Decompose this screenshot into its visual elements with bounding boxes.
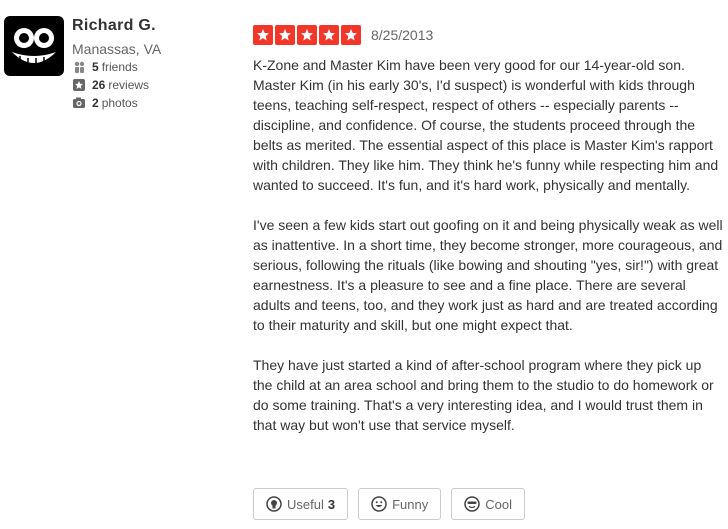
- reviewer-name[interactable]: Richard G.: [72, 16, 242, 36]
- reviews-stat: 26 reviews: [72, 76, 242, 94]
- useful-count: 3: [327, 496, 336, 512]
- star-icon: [253, 25, 273, 45]
- star-icon: [275, 25, 295, 45]
- review-paragraph: They have just started a kind of after-s…: [253, 357, 714, 433]
- photos-label: photos: [101, 96, 138, 110]
- photos-count: 2: [92, 96, 99, 110]
- friends-label: friends: [101, 60, 138, 74]
- smile-icon: [371, 496, 387, 512]
- review-paragraph: K-Zone and Master Kim have been very goo…: [253, 57, 719, 193]
- cool-button[interactable]: Cool: [451, 488, 525, 520]
- cool-label: Cool: [485, 496, 512, 512]
- cool-face-icon: [464, 496, 480, 512]
- friends-stat: 5 friends: [72, 58, 242, 76]
- avatar[interactable]: [4, 16, 64, 76]
- star-rating: [253, 25, 361, 45]
- vote-buttons: Useful 3 Funny Cool: [253, 488, 525, 520]
- useful-button[interactable]: Useful 3: [253, 488, 349, 520]
- avatar-image: [4, 16, 64, 76]
- lightbulb-icon: [266, 496, 282, 512]
- star-icon: [319, 25, 339, 45]
- camera-icon: [72, 96, 86, 110]
- review-date: 8/25/2013: [371, 27, 434, 43]
- funny-label: Funny: [392, 496, 429, 512]
- star-icon: [341, 25, 361, 45]
- reviewer-location: Manassas, VA: [72, 41, 162, 57]
- friends-count: 5: [92, 60, 99, 74]
- star-icon: [297, 25, 317, 45]
- reviews-count: 26: [92, 78, 106, 92]
- review-paragraph: I've seen a few kids start out goofing o…: [253, 217, 723, 333]
- star-icon: [72, 78, 86, 92]
- review-rating-row: 8/25/2013: [253, 25, 433, 45]
- funny-button[interactable]: Funny: [358, 488, 442, 520]
- reviews-label: reviews: [108, 78, 150, 92]
- photos-stat: 2 photos: [72, 94, 242, 112]
- reviewer-info: Richard G. Manassas, VA 5 friends 26 rev…: [72, 16, 242, 112]
- review-text: K-Zone and Master Kim have been very goo…: [253, 55, 723, 455]
- useful-label: Useful: [287, 496, 324, 512]
- friends-icon: [72, 60, 86, 74]
